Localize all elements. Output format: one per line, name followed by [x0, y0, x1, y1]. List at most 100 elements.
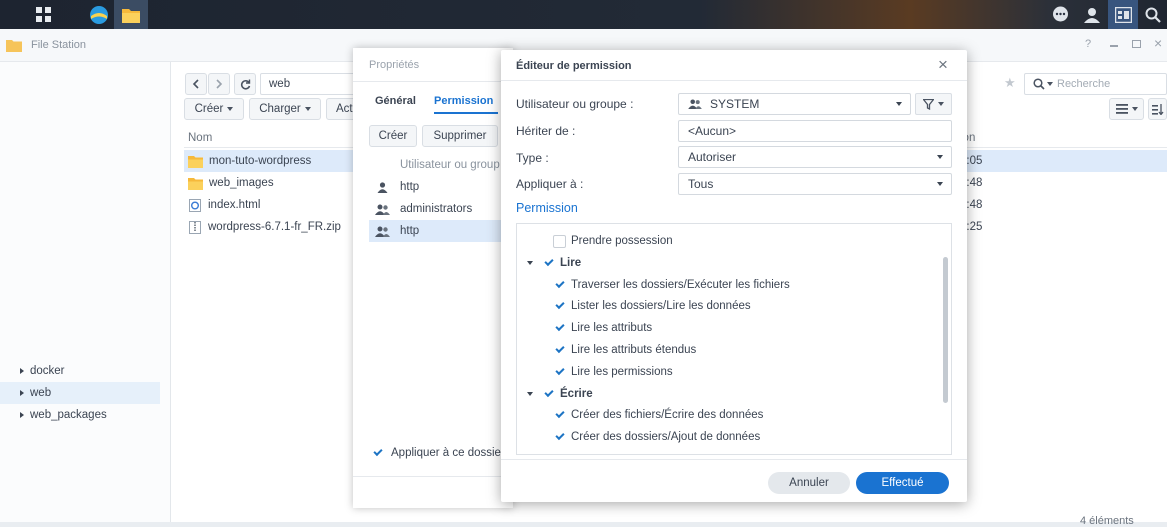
view-list-button[interactable] [1109, 98, 1144, 120]
delete-button[interactable]: Supprimer [422, 125, 498, 147]
permission-row[interactable]: Créer des fichiers/Écrire des données [553, 404, 763, 426]
create-button[interactable]: Créer [369, 125, 417, 147]
group-icon [375, 226, 390, 237]
cancel-label: Annuler [789, 477, 829, 489]
entry-name: administrators [400, 203, 473, 215]
permission-group-row[interactable]: Lire [527, 252, 581, 274]
permission-group-row[interactable]: Écrire [527, 383, 593, 405]
permission-row[interactable]: Traverser les dossiers/Exécuter les fich… [553, 274, 790, 296]
expand-arrow-icon[interactable] [527, 391, 533, 396]
browser-icon[interactable] [82, 0, 116, 29]
user-label: Utilisateur ou groupe : [516, 97, 634, 111]
create-button[interactable]: Créer [184, 98, 244, 120]
star-icon[interactable]: ★ [1004, 75, 1016, 91]
type-select[interactable]: Autoriser [678, 146, 952, 168]
path-field[interactable]: web [260, 73, 360, 95]
checkbox[interactable] [553, 365, 566, 378]
sidebar-item-web-packages[interactable]: web_packages [0, 404, 160, 426]
tab-permission[interactable]: Permission [434, 95, 493, 107]
entry-name: http [400, 181, 420, 193]
checkbox[interactable] [542, 256, 555, 269]
folder-icon [188, 177, 203, 190]
dialog-title: Éditeur de permission [516, 60, 632, 72]
apply-checkbox[interactable]: Appliquer à ce dossie [371, 446, 501, 459]
filter-button[interactable] [915, 93, 952, 115]
cancel-button[interactable]: Annuler [768, 472, 850, 494]
folder-icon [6, 40, 22, 52]
chat-icon[interactable] [1046, 0, 1074, 29]
checkbox[interactable] [553, 322, 566, 335]
permission-label: Écrire [560, 387, 593, 400]
chevron-down-icon [1131, 107, 1138, 111]
permission-label: Lister les dossiers/Lire les données [571, 300, 751, 313]
user-value: SYSTEM [710, 97, 760, 111]
tab-underline [434, 112, 498, 114]
sidebar-item-label: web_packages [30, 409, 107, 421]
filter-icon [923, 98, 934, 110]
sort-icon [1151, 103, 1164, 115]
checkbox[interactable] [553, 343, 566, 357]
back-button[interactable] [185, 73, 207, 95]
list-item[interactable]: administrators [369, 198, 513, 220]
inherit-field[interactable]: <Aucun> [678, 120, 952, 142]
restore-icon[interactable] [1132, 40, 1141, 48]
permission-row[interactable]: Lire les attributs étendus [553, 339, 696, 361]
checkbox[interactable] [553, 431, 566, 444]
search-input[interactable]: Recherche [1024, 73, 1167, 95]
sidebar-item-label: web [30, 387, 52, 399]
sort-button[interactable] [1148, 98, 1167, 120]
apply-label: Appliquer à : [516, 177, 584, 191]
list-header: Utilisateur ou group [400, 159, 500, 171]
forward-button[interactable] [208, 73, 230, 95]
permission-label: Lire les attributs étendus [571, 344, 697, 356]
help-icon[interactable]: ? [1085, 38, 1091, 50]
chevron-down-icon [937, 182, 943, 186]
delete-label: Supprimer [433, 130, 487, 142]
folder-icon[interactable] [114, 0, 148, 29]
permission-label: Lire [560, 256, 582, 269]
divider [501, 80, 967, 81]
permission-row[interactable]: Créer des dossiers/Ajout de données [553, 426, 760, 448]
permission-row[interactable]: Lister les dossiers/Lire les données [553, 295, 751, 317]
permission-editor-dialog: Éditeur de permission × Utilisateur ou g… [501, 50, 967, 502]
checkbox[interactable] [553, 409, 566, 422]
close-icon[interactable]: × [938, 55, 948, 75]
upload-label: Charger [259, 103, 301, 115]
ok-button[interactable]: Effectué [856, 472, 949, 494]
permission-label: Prendre possession [571, 235, 673, 247]
close-icon[interactable]: × [1154, 35, 1162, 51]
widget-icon[interactable] [1108, 0, 1138, 29]
minimize-icon[interactable] [1110, 45, 1118, 47]
checkbox[interactable] [553, 234, 566, 248]
type-label: Type : [516, 151, 549, 165]
permission-row[interactable]: Prendre possession [553, 230, 673, 252]
upload-button[interactable]: Charger [249, 98, 321, 120]
chevron-down-icon [304, 107, 311, 111]
list-item[interactable]: http [369, 220, 513, 242]
checkbox[interactable] [371, 446, 384, 459]
scrollbar[interactable] [943, 257, 948, 403]
apply-value: Tous [688, 177, 714, 191]
file-name: mon-tuto-wordpress [209, 155, 312, 167]
user-select[interactable]: SYSTEM [678, 93, 911, 115]
search-icon[interactable] [1139, 0, 1167, 29]
divider [353, 476, 513, 477]
column-name[interactable]: Nom [188, 132, 212, 144]
chevron-down-icon [1047, 82, 1053, 86]
tab-general[interactable]: Général [375, 95, 416, 107]
sidebar: docker web web_packages [0, 62, 171, 522]
grid-menu-icon[interactable] [26, 0, 60, 29]
permission-row[interactable]: Lire les attributs [553, 317, 652, 339]
permission-row[interactable]: Lire les permissions [553, 361, 673, 383]
checkbox[interactable] [553, 300, 566, 313]
user-icon[interactable] [1078, 0, 1106, 29]
checkbox[interactable] [553, 278, 566, 291]
list-item[interactable]: http [369, 176, 513, 198]
sidebar-item-web[interactable]: web [0, 382, 160, 404]
apply-select[interactable]: Tous [678, 173, 952, 195]
checkbox[interactable] [542, 387, 555, 400]
entry-name: http [400, 225, 420, 237]
expand-arrow-icon[interactable] [527, 260, 533, 265]
refresh-button[interactable] [234, 73, 256, 95]
sidebar-item-docker[interactable]: docker [0, 360, 160, 382]
